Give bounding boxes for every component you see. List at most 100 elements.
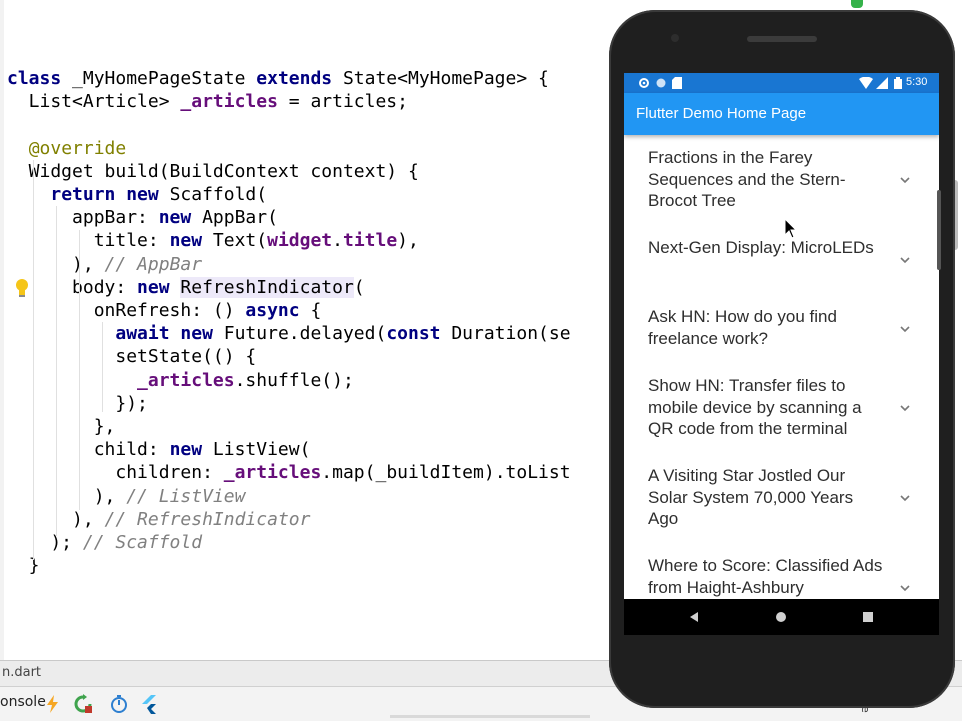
code-token: _MyHomePageState xyxy=(61,68,257,89)
code-token: _articles xyxy=(180,91,278,113)
list-item[interactable]: Show HN: Transfer files to mobile device… xyxy=(624,363,939,453)
article-title: Ask HN: How do you find freelance work? xyxy=(648,307,837,348)
code-token: RefreshIndicator xyxy=(180,276,354,298)
chevron-down-icon[interactable] xyxy=(900,176,910,184)
emulator-scrollbar[interactable] xyxy=(937,190,941,270)
code-token: }, xyxy=(7,416,116,437)
article-list[interactable]: Fractions in the Farey Sequences and the… xyxy=(624,135,939,599)
code-token: Text( xyxy=(202,230,268,252)
code-line: } xyxy=(7,554,40,577)
mouse-cursor-icon xyxy=(784,218,798,239)
stopwatch-icon[interactable] xyxy=(108,693,130,715)
list-item[interactable]: Next-Gen Display: MicroLEDs xyxy=(624,225,939,294)
lightbulb-icon[interactable] xyxy=(12,277,32,299)
code-token: ListView( xyxy=(202,439,311,461)
code-token: // RefreshIndicator xyxy=(104,508,311,530)
code-token: Scaffold( xyxy=(158,184,268,205)
code-token: await new xyxy=(115,323,213,345)
article-title: A Visiting Star Jostled Our Solar System… xyxy=(648,466,854,528)
nav-back-icon[interactable] xyxy=(674,599,714,635)
settings-icon xyxy=(639,78,649,88)
phone-speaker xyxy=(747,36,817,42)
code-token: appBar: xyxy=(7,207,159,229)
horizontal-scrollbar[interactable] xyxy=(390,715,590,718)
code-token: _articles xyxy=(223,462,322,484)
list-item[interactable]: A Visiting Star Jostled Our Solar System… xyxy=(624,453,939,543)
code-token: }); xyxy=(7,392,148,414)
code-line: return new Scaffold( xyxy=(7,183,267,206)
chevron-down-icon[interactable] xyxy=(900,256,910,264)
list-item[interactable]: Where to Score: Classified Ads from Haig… xyxy=(624,543,939,599)
code-token: List<Article> xyxy=(7,91,181,113)
code-token: new xyxy=(158,207,192,229)
code-token: ( xyxy=(353,276,365,298)
code-token: async xyxy=(245,300,300,321)
code-token: new xyxy=(169,439,203,461)
signal-icon xyxy=(876,77,888,89)
status-time: 5:30 xyxy=(906,76,928,88)
phone-camera xyxy=(671,34,679,42)
code-token: onRefresh: () xyxy=(7,300,246,321)
code-line: ), // ListView xyxy=(7,485,246,508)
code-token: Widget build(BuildContext context) { xyxy=(7,160,419,182)
code-token: ); xyxy=(7,532,83,553)
article-title: Show HN: Transfer files to mobile device… xyxy=(648,376,862,438)
code-line: child: new ListView( xyxy=(7,438,311,461)
code-token: _articles xyxy=(137,369,235,391)
code-line: appBar: new AppBar( xyxy=(7,206,278,229)
code-line: children: _articles.map(_buildItem).toLi… xyxy=(7,461,570,484)
code-token: @override xyxy=(28,137,127,159)
code-line: }); xyxy=(7,392,148,415)
wifi-icon xyxy=(859,77,873,89)
code-line: await new Future.delayed(const Duration(… xyxy=(7,322,570,345)
code-line: ), // RefreshIndicator xyxy=(7,508,310,531)
android-emulator: 5:30 Flutter Demo Home Page Fractions in… xyxy=(609,10,955,708)
code-token: extends xyxy=(256,68,333,89)
code-token: // AppBar xyxy=(104,253,203,275)
code-token: return new xyxy=(50,184,159,205)
nav-recents-icon[interactable] xyxy=(848,599,888,635)
code-token: widget xyxy=(267,230,333,252)
code-token: setState(() { xyxy=(7,346,257,368)
flutter-hot-reload-icon[interactable] xyxy=(42,693,64,715)
indent-guide xyxy=(56,206,57,536)
code-token: . xyxy=(332,230,343,252)
code-line: ), // AppBar xyxy=(7,253,202,276)
hot-restart-icon[interactable] xyxy=(72,693,94,715)
code-token: Future.delayed( xyxy=(212,323,387,345)
chevron-down-icon[interactable] xyxy=(900,584,910,592)
code-line: @override xyxy=(7,137,127,160)
code-token: { xyxy=(299,300,322,321)
code-token: title: xyxy=(7,230,170,252)
status-bar: 5:30 xyxy=(624,73,939,93)
code-token: title xyxy=(342,230,398,252)
code-token: const xyxy=(386,323,441,345)
chevron-down-icon[interactable] xyxy=(900,325,910,333)
code-token: .shuffle(); xyxy=(234,369,354,391)
list-item[interactable]: Fractions in the Farey Sequences and the… xyxy=(624,135,939,225)
code-token: // Scaffold xyxy=(82,532,203,553)
article-title: Fractions in the Farey Sequences and the… xyxy=(648,148,846,210)
file-tab-label[interactable]: n.dart xyxy=(2,665,41,680)
run-indicator xyxy=(851,0,863,8)
chevron-down-icon[interactable] xyxy=(900,494,910,502)
console-tab[interactable]: onsole xyxy=(0,694,46,710)
article-title: Next-Gen Display: MicroLEDs xyxy=(648,238,874,257)
code-token: new xyxy=(169,230,203,252)
indent-guide xyxy=(33,160,34,560)
nav-home-icon[interactable] xyxy=(761,599,801,635)
code-line: onRefresh: () async { xyxy=(7,299,322,322)
chevron-down-icon[interactable] xyxy=(900,404,910,412)
battery-icon xyxy=(894,77,902,89)
code-token: } xyxy=(7,555,40,577)
list-item[interactable]: Ask HN: How do you find freelance work? xyxy=(624,294,939,363)
code-token: ), xyxy=(7,485,127,507)
code-token: AppBar( xyxy=(191,207,278,229)
code-line: ); // Scaffold xyxy=(7,531,202,554)
flutter-inspector-icon[interactable] xyxy=(138,693,160,715)
code-token: = articles; xyxy=(277,91,408,113)
